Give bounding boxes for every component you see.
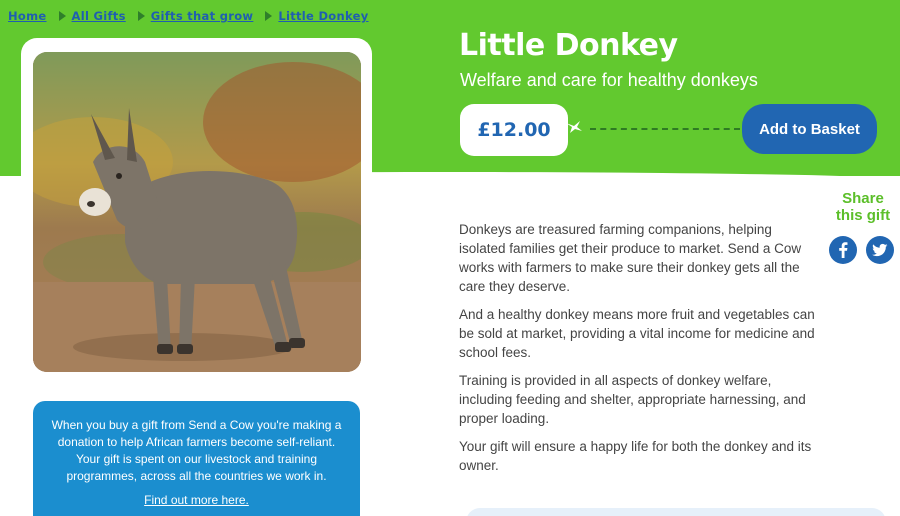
info-box-text: When you buy a gift from Send a Cow you'… <box>51 418 342 483</box>
donkey-photo <box>33 52 361 372</box>
page-title: Little Donkey <box>459 28 678 63</box>
share-label: Share this gift <box>828 190 898 224</box>
description-paragraph: Donkeys are treasured farming companions… <box>459 222 802 294</box>
share-label-line1: Share <box>842 190 884 207</box>
description-paragraph: Training is provided in all aspects of d… <box>459 373 806 426</box>
breadcrumb-arrow-icon <box>265 11 273 21</box>
add-to-basket-button[interactable]: Add to Basket <box>742 104 877 154</box>
facebook-share-button[interactable] <box>829 236 857 264</box>
breadcrumb-arrow-icon <box>137 11 145 21</box>
tag-dashed-line <box>590 128 740 130</box>
info-box: When you buy a gift from Send a Cow you'… <box>33 401 360 516</box>
page-subtitle: Welfare and care for healthy donkeys <box>460 70 758 90</box>
breadcrumb-current[interactable]: Little Donkey <box>278 9 368 23</box>
product-image-card <box>21 38 372 386</box>
tag-string-icon <box>566 121 582 133</box>
description-paragraph: Your gift will ensure a happy life for b… <box>459 439 812 473</box>
twitter-icon <box>872 243 888 257</box>
breadcrumb-gifts-that-grow[interactable]: Gifts that grow <box>151 9 254 23</box>
bottom-panel <box>466 508 886 516</box>
description-paragraph: And a healthy donkey means more fruit an… <box>459 307 815 360</box>
price-value: £12.00 <box>477 119 551 141</box>
breadcrumb: Home All Gifts Gifts that grow Little Do… <box>8 9 369 23</box>
product-photo <box>33 52 361 372</box>
twitter-share-button[interactable] <box>866 236 894 264</box>
find-out-more-link[interactable]: Find out more here. <box>144 493 249 507</box>
breadcrumb-all-gifts[interactable]: All Gifts <box>72 9 126 23</box>
breadcrumb-arrow-icon <box>58 11 66 21</box>
facebook-icon <box>839 242 848 258</box>
breadcrumb-home[interactable]: Home <box>8 9 47 23</box>
add-to-basket-label: Add to Basket <box>759 120 860 138</box>
share-label-line2: this gift <box>835 207 891 224</box>
price-tag: £12.00 <box>460 104 568 156</box>
product-description: Donkeys are treasured farming companions… <box>459 220 819 484</box>
